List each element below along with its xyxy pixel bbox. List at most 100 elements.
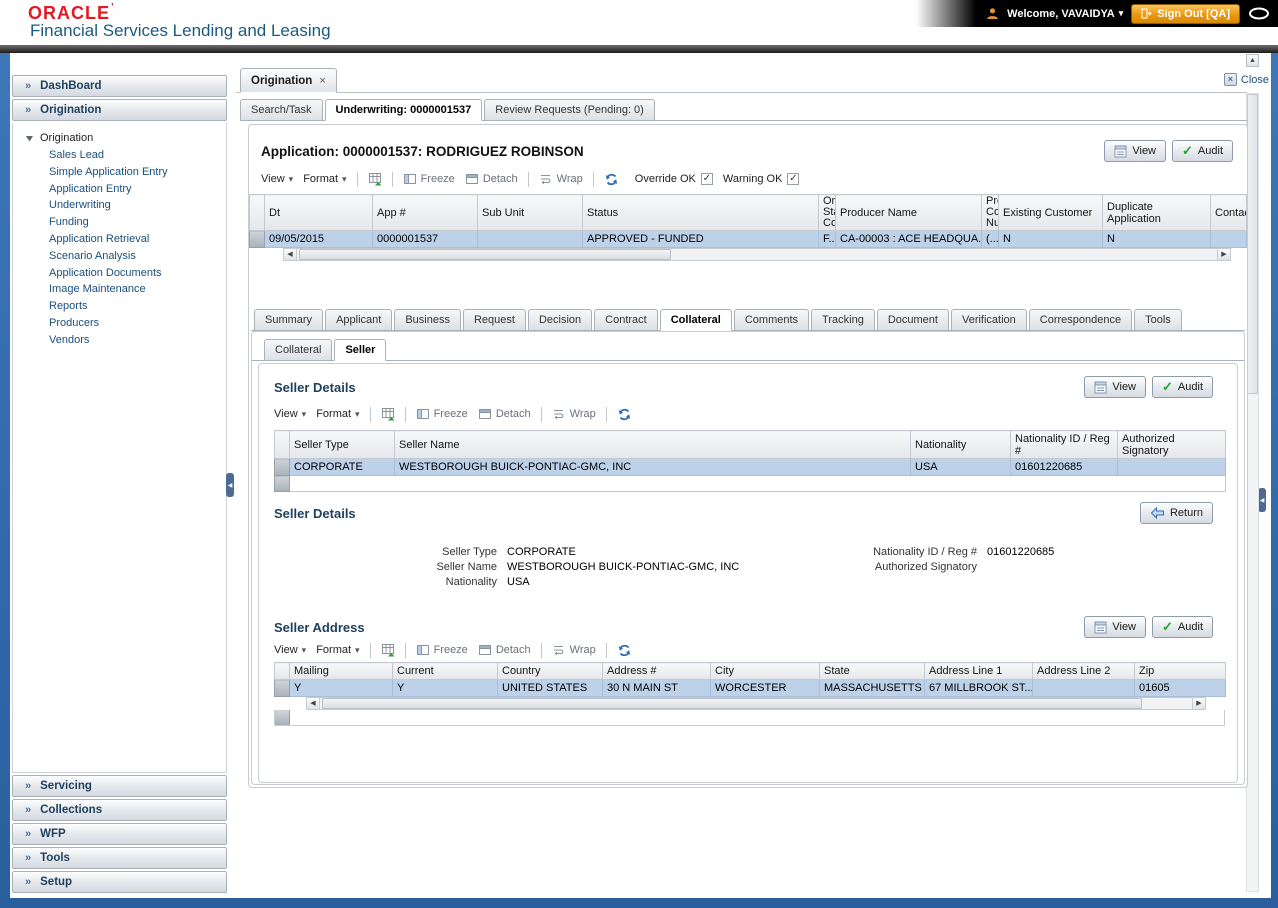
welcome-user-menu[interactable]: Welcome, VAVAIDYA ▾ — [1007, 8, 1123, 20]
cell-city[interactable]: WORCESTER — [710, 679, 820, 697]
return-button[interactable]: Return — [1139, 502, 1213, 524]
sidebar-item-image-maintenance[interactable]: Image Maintenance — [13, 281, 226, 298]
column-header-country[interactable]: Country — [497, 662, 603, 680]
address-horizontal-scrollbar[interactable]: ◀ ▶ — [306, 697, 1206, 710]
format-menu-button[interactable]: Format ▾ — [303, 173, 346, 185]
tab-comments[interactable]: Comments — [733, 309, 810, 330]
scroll-left-button[interactable]: ◀ — [307, 698, 320, 709]
column-header-dt[interactable]: Dt — [264, 194, 373, 231]
tab-seller[interactable]: Seller — [334, 339, 387, 361]
scroll-right-button[interactable]: ▶ — [1192, 698, 1205, 709]
cell-dt[interactable]: 09/05/2015 — [264, 230, 373, 248]
tab-search-task[interactable]: Search/Task — [240, 99, 323, 120]
detach-button[interactable]: Detach — [478, 407, 531, 421]
override-ok-checkbox[interactable]: Override OK ✓ — [635, 173, 713, 185]
detach-button[interactable]: Detach — [465, 172, 518, 186]
sidebar-item-vendors[interactable]: Vendors — [13, 332, 226, 349]
address-row[interactable]: Y Y UNITED STATES 30 N MAIN ST WORCESTER… — [274, 679, 1226, 697]
refresh-icon[interactable] — [617, 407, 632, 422]
cell-seller-type[interactable]: CORPORATE — [289, 458, 395, 476]
sidebar-item-sales-lead[interactable]: Sales Lead — [13, 147, 226, 164]
tab-summary[interactable]: Summary — [254, 309, 324, 330]
row-selector[interactable] — [274, 679, 290, 697]
sidebar-panel-wfp[interactable]: » WFP — [12, 823, 227, 845]
format-menu-button[interactable]: Format ▾ — [316, 408, 359, 420]
view-button[interactable]: View — [1084, 376, 1147, 398]
beacon-icon[interactable] — [1248, 7, 1270, 20]
sidebar-item-application-retrieval[interactable]: Application Retrieval — [13, 231, 226, 248]
column-header-city[interactable]: City — [710, 662, 820, 680]
cell-existing-customer[interactable]: N — [998, 230, 1103, 248]
sidebar-panel-collections[interactable]: » Collections — [12, 799, 227, 821]
warning-ok-checkbox[interactable]: Warning OK ✓ — [723, 173, 800, 185]
tab-origination-workspace[interactable]: Origination × — [240, 68, 337, 93]
column-header-duplicate-application[interactable]: Duplicate Application — [1102, 194, 1211, 231]
column-header-producer-contact[interactable]: Prc Co Nu — [981, 194, 999, 231]
tab-correspondence[interactable]: Correspondence — [1028, 309, 1133, 330]
sidebar-item-application-entry[interactable]: Application Entry — [13, 181, 226, 198]
signout-button[interactable]: Sign Out [QA] — [1131, 3, 1240, 24]
refresh-icon[interactable] — [604, 172, 619, 187]
tab-document[interactable]: Document — [876, 309, 949, 330]
tab-tracking[interactable]: Tracking — [811, 309, 875, 330]
cell-mailing[interactable]: Y — [289, 679, 393, 697]
column-header-orig-stage[interactable]: Ori Sta Co — [818, 194, 836, 231]
column-header-nationality-id[interactable]: Nationality ID / Reg # — [1010, 430, 1118, 459]
cell-producer-contact[interactable]: (... — [981, 230, 999, 248]
sidebar-item-producers[interactable]: Producers — [13, 315, 226, 332]
cell-address-number[interactable]: 30 N MAIN ST — [602, 679, 711, 697]
tree-node-origination[interactable]: Origination — [13, 129, 226, 147]
column-header-app-number[interactable]: App # — [372, 194, 478, 231]
column-header-sub-unit[interactable]: Sub Unit — [477, 194, 583, 231]
cell-sub-unit[interactable] — [477, 230, 583, 248]
cell-address-line-1[interactable]: 67 MILLBROOK ST... — [924, 679, 1033, 697]
tab-decision[interactable]: Decision — [527, 309, 593, 330]
sidebar-item-application-documents[interactable]: Application Documents — [13, 265, 226, 282]
sidebar-panel-setup[interactable]: » Setup — [12, 871, 227, 893]
panel-collapse-handle[interactable]: ◀ — [1258, 488, 1266, 512]
export-icon[interactable] — [368, 172, 382, 186]
cell-orig-stage[interactable]: F... — [818, 230, 836, 248]
cell-seller-name[interactable]: WESTBOROUGH BUICK-PONTIAC-GMC, INC — [394, 458, 911, 476]
tab-business[interactable]: Business — [394, 309, 461, 330]
scroll-right-button[interactable]: ▶ — [1217, 249, 1230, 260]
audit-button[interactable]: ✓ Audit — [1152, 376, 1213, 398]
sidebar-item-underwriting[interactable]: Underwriting — [13, 197, 226, 214]
scrollbar-track[interactable] — [320, 698, 1192, 709]
column-header-zip[interactable]: Zip — [1134, 662, 1226, 680]
vertical-scrollbar-thumb[interactable] — [1247, 94, 1258, 394]
sidebar-panel-origination[interactable]: » Origination — [12, 99, 227, 121]
format-menu-button[interactable]: Format ▾ — [316, 644, 359, 656]
column-header-contact[interactable]: Contact — [1210, 194, 1247, 231]
cell-zip[interactable]: 01605 — [1134, 679, 1226, 697]
applications-horizontal-scrollbar[interactable]: ◀ ▶ — [283, 248, 1231, 261]
cell-contact[interactable] — [1210, 230, 1247, 248]
tab-request[interactable]: Request — [462, 309, 526, 330]
scroll-left-button[interactable]: ◀ — [284, 249, 297, 260]
view-menu-button[interactable]: View ▾ — [274, 644, 306, 656]
audit-button[interactable]: ✓ Audit — [1172, 140, 1233, 162]
cell-app-number[interactable]: 0000001537 — [372, 230, 478, 248]
view-menu-button[interactable]: View ▾ — [261, 173, 293, 185]
sidebar-collapse-handle[interactable]: ◀ — [226, 473, 234, 497]
column-header-seller-type[interactable]: Seller Type — [289, 430, 395, 459]
tab-collateral-sub[interactable]: Collateral — [264, 339, 333, 360]
column-header-producer-name[interactable]: Producer Name — [835, 194, 982, 231]
column-header-status[interactable]: Status — [582, 194, 819, 231]
tab-applicant[interactable]: Applicant — [325, 309, 393, 330]
row-selector[interactable] — [274, 458, 290, 476]
view-button[interactable]: View — [1084, 616, 1147, 638]
wrap-button[interactable]: Wrap — [552, 407, 596, 421]
checked-checkbox-icon[interactable]: ✓ — [700, 173, 713, 185]
tab-tools[interactable]: Tools — [1134, 309, 1182, 330]
scrollbar-thumb[interactable] — [299, 249, 671, 260]
freeze-button[interactable]: Freeze — [416, 407, 468, 421]
freeze-button[interactable]: Freeze — [403, 172, 455, 186]
sidebar-panel-tools[interactable]: » Tools — [12, 847, 227, 869]
view-menu-button[interactable]: View ▾ — [274, 408, 306, 420]
cell-country[interactable]: UNITED STATES — [497, 679, 603, 697]
sidebar-panel-dashboard[interactable]: » DashBoard — [12, 75, 227, 97]
sidebar-item-scenario-analysis[interactable]: Scenario Analysis — [13, 248, 226, 265]
cell-duplicate-application[interactable]: N — [1102, 230, 1211, 248]
wrap-button[interactable]: Wrap — [552, 643, 596, 657]
